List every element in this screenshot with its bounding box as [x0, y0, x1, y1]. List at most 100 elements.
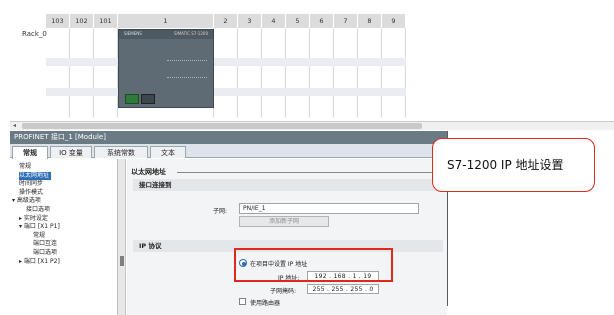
- slot-header-1: 1: [118, 14, 214, 28]
- slot-column[interactable]: [46, 28, 70, 118]
- slot-header-6: 6: [310, 14, 334, 28]
- callout-text: S7-1200 IP 地址设置: [447, 158, 564, 172]
- slot-column[interactable]: [286, 28, 310, 118]
- nav-item-selected[interactable]: 以太网地址: [19, 171, 52, 180]
- subsection-interface-connected: 接口连接到: [133, 179, 443, 191]
- nav-item[interactable]: 常规: [33, 232, 45, 240]
- nav-item-label: 高级选项: [16, 197, 41, 205]
- nav-item[interactable]: 端口选项: [33, 249, 57, 257]
- cpu-brand: SIEMENS: [124, 31, 142, 36]
- add-subnet-button[interactable]: 添加新子网: [239, 216, 329, 227]
- slot-header-3: 3: [238, 14, 262, 28]
- slot-stripe: [214, 88, 238, 96]
- section-title-ethernet: 以太网地址: [131, 168, 166, 176]
- slot-header-5: 5: [286, 14, 310, 28]
- rack-label: Rack_0: [22, 30, 47, 38]
- tab-io-tags[interactable]: IO 变量: [50, 146, 92, 158]
- nav-item-label: 时间同步: [19, 180, 44, 188]
- nav-item-label: 端口互连: [33, 240, 58, 248]
- properties-title: PROFINET 接口_1 [Module]: [10, 131, 447, 144]
- ip-highlight-box: [234, 248, 393, 282]
- slot-stripe: [334, 88, 358, 96]
- nav-item[interactable]: 端口互连: [33, 240, 57, 248]
- slot-header-101: 101: [94, 14, 118, 28]
- nav-item[interactable]: 接口选项: [26, 206, 50, 214]
- slot-header-8: 8: [358, 14, 382, 28]
- splitter-handle[interactable]: [120, 256, 124, 266]
- profinet-port-icon[interactable]: [125, 94, 139, 104]
- scroll-left-arrow-icon[interactable]: ◂: [10, 122, 19, 130]
- slot-stripe: [310, 58, 334, 66]
- slot-stripe: [46, 88, 70, 96]
- slot-column[interactable]: [214, 28, 238, 118]
- properties-tab-bar: 常规 IO 变量 系统常数 文本: [10, 144, 447, 159]
- port-icon[interactable]: [141, 94, 155, 104]
- tab-texts[interactable]: 文本: [150, 146, 186, 158]
- slot-column[interactable]: [334, 28, 358, 118]
- slot-column[interactable]: [94, 28, 118, 118]
- nav-item[interactable]: ▸ 端口 [X1 P2]: [19, 258, 60, 266]
- nav-item[interactable]: 时间同步: [19, 180, 43, 188]
- slot-stripe: [238, 88, 262, 96]
- nav-item-label: 操作模式: [19, 188, 44, 196]
- slot-stripe: [94, 58, 118, 66]
- subnet-mask-field[interactable]: 255 . 255 . 255 . 0: [307, 284, 379, 294]
- nav-splitter[interactable]: [118, 159, 126, 315]
- section-divider: [177, 172, 443, 173]
- nav-item[interactable]: ▾ 高级选项: [12, 197, 41, 205]
- tab-system-constants[interactable]: 系统常数: [94, 146, 148, 158]
- slot-stripe: [214, 58, 238, 66]
- scroll-thumb[interactable]: [22, 123, 422, 129]
- cpu-io-block: [167, 60, 207, 78]
- slot-column[interactable]: [310, 28, 334, 118]
- nav-item-label: 常规: [19, 163, 32, 170]
- slot-header-102: 102: [70, 14, 94, 28]
- nav-item-label: 常规: [33, 231, 46, 239]
- slot-stripe: [358, 88, 382, 96]
- tab-general[interactable]: 常规: [12, 146, 48, 159]
- nav-item[interactable]: 常规: [19, 163, 31, 171]
- slot-stripe: [382, 58, 406, 66]
- slot-stripe: [238, 58, 262, 66]
- horizontal-scrollbar[interactable]: ◂: [10, 121, 614, 130]
- slot-stripe: [94, 88, 118, 96]
- subnet-label: 子网:: [213, 208, 228, 215]
- properties-content: 以太网地址 接口连接到 子网: PN/IE_1 添加新子网 IP 协议 在项目中…: [127, 159, 447, 315]
- slot-stripe: [70, 88, 94, 96]
- slot-column[interactable]: [238, 28, 262, 118]
- slot-header-4: 4: [262, 14, 286, 28]
- slot-stripe: [286, 88, 310, 96]
- nav-item-label: 端口 [X1 P2]: [23, 257, 60, 265]
- subnet-select[interactable]: PN/IE_1: [239, 203, 419, 214]
- rack-view: Rack_0 SIEMENS SIMATIC S7-1200 103 102 101…: [0, 0, 614, 120]
- nav-item[interactable]: ▸ 实时设定: [19, 215, 48, 223]
- callout-box: S7-1200 IP 地址设置: [432, 138, 595, 192]
- slot-column[interactable]: [262, 28, 286, 118]
- slot-stripe: [334, 58, 358, 66]
- nav-item[interactable]: 操作模式: [19, 189, 43, 197]
- use-router-checkbox[interactable]: [239, 298, 246, 305]
- nav-item-label: 接口选项: [26, 206, 51, 213]
- slot-column[interactable]: [358, 28, 382, 118]
- slot-stripe: [358, 58, 382, 66]
- slot-stripe: [262, 88, 286, 96]
- slot-stripe: [382, 88, 406, 96]
- use-router-label: 使用路由器: [250, 300, 281, 307]
- nav-item-label: 以太网地址: [19, 171, 50, 179]
- cpu-module[interactable]: SIEMENS SIMATIC S7-1200: [118, 29, 214, 108]
- slot-column[interactable]: [382, 28, 406, 118]
- slot-header-2: 2: [214, 14, 238, 28]
- cpu-header-strip: SIEMENS SIMATIC S7-1200: [119, 30, 213, 39]
- nav-item-label: 实时设定: [23, 214, 48, 222]
- nav-item-label: 端口 [X1 P1]: [23, 223, 60, 231]
- slot-stripe: [46, 58, 70, 66]
- cpu-model: SIMATIC S7-1200: [174, 31, 208, 36]
- nav-item-label: 端口选项: [33, 249, 58, 256]
- slot-header-7: 7: [334, 14, 358, 28]
- nav-item[interactable]: ▾ 端口 [X1 P1]: [19, 223, 60, 231]
- slot-stripe: [286, 58, 310, 66]
- slot-column[interactable]: [70, 28, 94, 118]
- subnet-mask-label: 子网掩码:: [270, 288, 297, 295]
- properties-nav-tree: 常规 以太网地址 时间同步 操作模式 ▾ 高级选项 接口选项 ▸ 实时设定 ▾ 端口 [X1 …: [10, 159, 118, 315]
- slot-header-9: 9: [382, 14, 406, 28]
